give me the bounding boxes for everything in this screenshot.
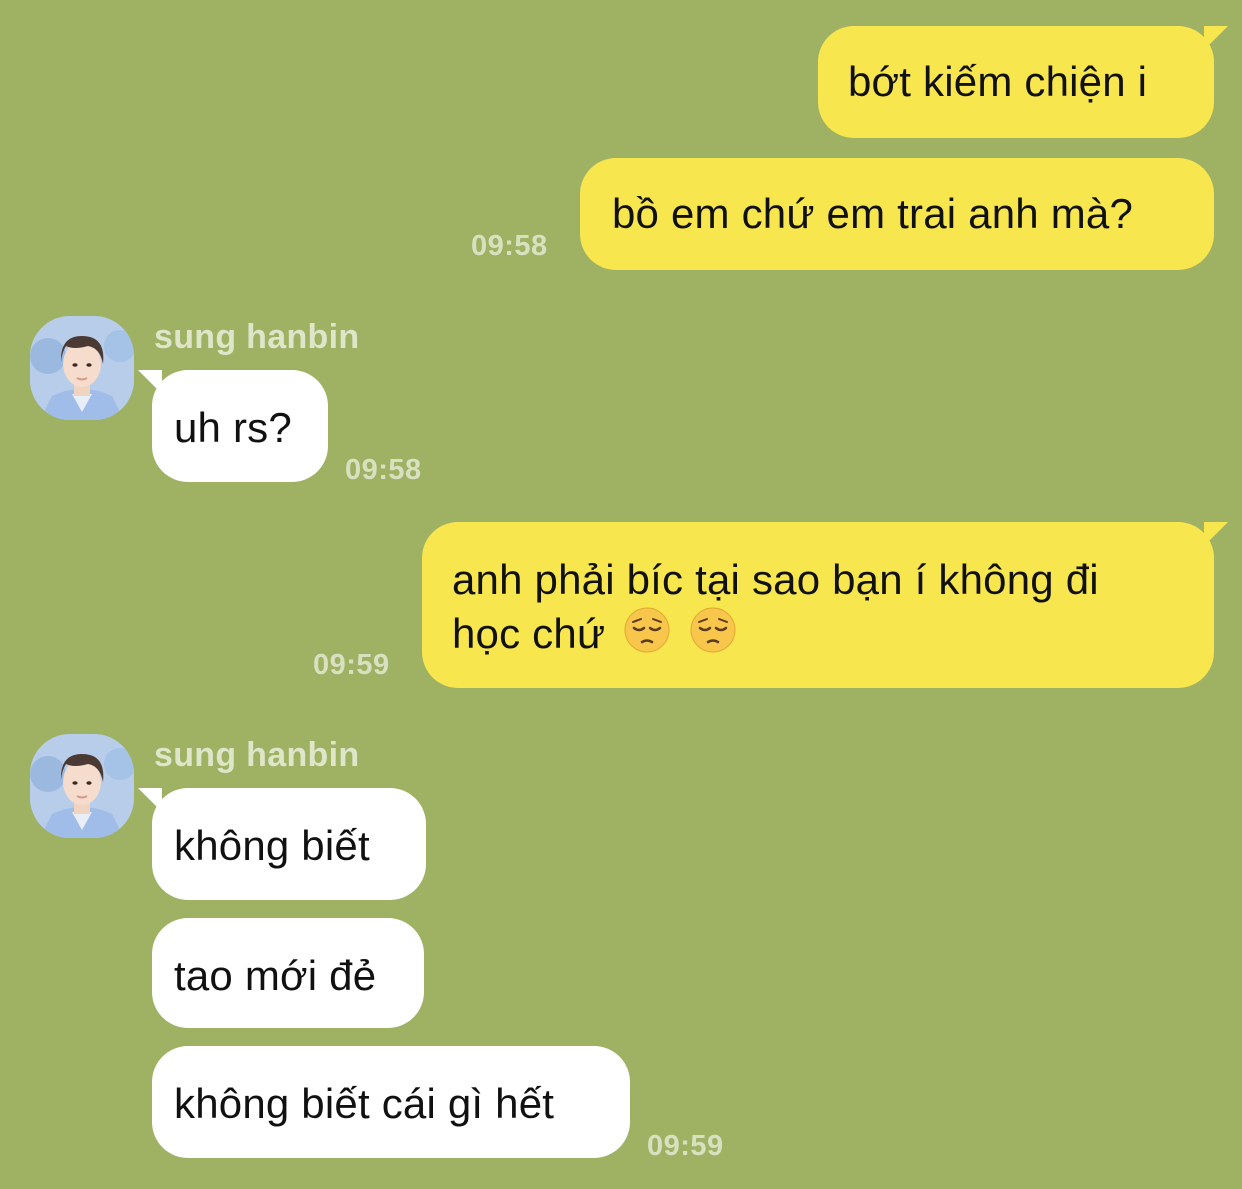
message-text: tao mới đẻ: [174, 952, 377, 999]
message-bubble-incoming[interactable]: tao mới đẻ: [152, 918, 424, 1028]
message-text-line: anh phải bíc tại sao bạn í không đi: [452, 556, 1099, 603]
avatar[interactable]: [30, 316, 134, 420]
profile-photo-icon: [30, 316, 134, 420]
pensive-face-icon: [690, 607, 736, 653]
message-bubble-incoming[interactable]: không biết cái gì hết: [152, 1046, 630, 1158]
message-text: không biết cái gì hết: [174, 1080, 555, 1127]
pensive-face-icon: [624, 607, 670, 653]
message-timestamp: 09:58: [345, 454, 422, 486]
message-text: không biết: [174, 822, 370, 869]
message-bubble-outgoing[interactable]: bồ em chứ em trai anh mà?: [580, 158, 1214, 270]
avatar[interactable]: [30, 734, 134, 838]
message-text: bồ em chứ em trai anh mà?: [612, 190, 1134, 237]
chat-thread: bớt kiếm chiện i bồ em chứ em trai anh m…: [0, 0, 1242, 1189]
profile-photo-icon: [30, 734, 134, 838]
message-bubble-incoming[interactable]: không biết: [138, 788, 426, 900]
message-bubble-incoming[interactable]: uh rs?: [138, 370, 328, 482]
message-timestamp: 09:59: [647, 1130, 724, 1162]
message-text: bớt kiếm chiện i: [848, 58, 1148, 105]
sender-name: sung hanbin: [154, 318, 360, 356]
message-text: học chứ: [452, 610, 606, 657]
message-text: uh rs?: [174, 404, 292, 451]
message-text-line-with-emoji: học chứ: [452, 606, 1214, 660]
message-timestamp: 09:58: [471, 230, 548, 262]
message-bubble-outgoing[interactable]: bớt kiếm chiện i: [818, 26, 1228, 138]
message-timestamp: 09:59: [313, 649, 390, 681]
message-bubble-outgoing[interactable]: anh phải bíc tại sao bạn í không đi học …: [422, 522, 1228, 688]
sender-name: sung hanbin: [154, 736, 360, 774]
